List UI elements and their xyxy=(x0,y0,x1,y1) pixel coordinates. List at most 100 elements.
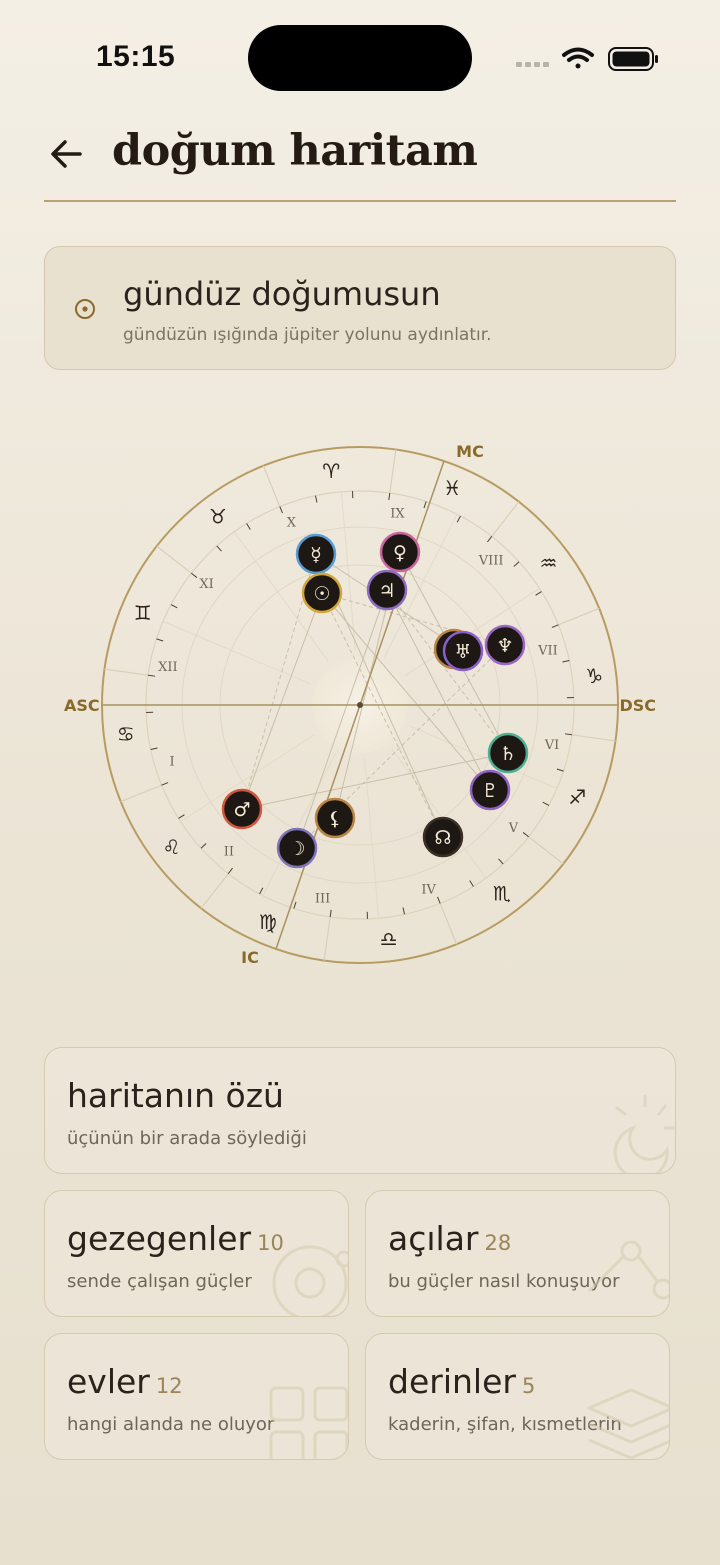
mc-label: MC xyxy=(456,442,484,461)
zodiac-sign: ♉︎ xyxy=(209,505,227,529)
planet-node[interactable]: ☊︎ xyxy=(422,816,464,858)
depths-count: 5 xyxy=(521,1374,536,1398)
houses-count: 12 xyxy=(155,1374,183,1398)
degree-tick xyxy=(191,572,198,578)
sign-divider xyxy=(491,501,520,537)
house-number: VI xyxy=(544,738,560,753)
sun-icon xyxy=(75,299,95,319)
sign-divider xyxy=(104,668,149,676)
degree-tick xyxy=(246,523,251,530)
degree-tick xyxy=(388,493,391,501)
degree-tick xyxy=(156,638,164,642)
house-number: IX xyxy=(390,507,405,522)
degree-tick xyxy=(200,843,207,849)
planet-jupiter-icon: ♃︎ xyxy=(378,580,395,602)
natal-chart[interactable]: ASC DSC MC IC I II III IV V VI VII VIII IX X XI XII ♋︎ ♌︎… xyxy=(60,430,660,980)
degree-tick xyxy=(170,604,178,609)
planet-jupiter[interactable]: ♃︎ xyxy=(366,569,408,611)
planet-mars-icon: ♂︎ xyxy=(233,799,250,821)
chart-center-dot xyxy=(357,702,363,708)
day-birth-card: gündüz doğumusun gündüzün ışığında jüpit… xyxy=(44,246,676,370)
degree-tick xyxy=(542,801,550,806)
status-bar: 15:15 xyxy=(0,0,720,110)
planet-node-icon: ☊︎ xyxy=(435,827,452,849)
house-number: V xyxy=(508,821,519,836)
degree-tick xyxy=(293,901,297,909)
degree-tick xyxy=(456,515,461,523)
planet-mars[interactable]: ♂︎ xyxy=(221,788,263,830)
aspect-line xyxy=(241,592,323,810)
aspect-line xyxy=(241,752,509,810)
depths-card-title: derinler 5 xyxy=(388,1362,535,1401)
sign-divider xyxy=(439,903,458,945)
status-time: 15:15 xyxy=(96,40,176,73)
degree-tick xyxy=(556,768,564,772)
degree-tick xyxy=(437,896,441,904)
degree-tick xyxy=(522,832,529,838)
planet-neptune[interactable]: ♆︎ xyxy=(484,624,526,666)
natal-chart-wheel[interactable]: ASC DSCMCICIIIIIIIVVVIVIIVIIIIXXXIXII♋︎♌︎… xyxy=(60,430,660,980)
zodiac-sign: ♓︎ xyxy=(443,476,461,500)
houses-card-subtitle: hangi alanda ne oluyor xyxy=(67,1414,275,1435)
zodiac-sign: ♒︎ xyxy=(540,551,558,575)
planets-card[interactable]: gezegenler 10 sende çalışan güçler xyxy=(44,1190,349,1317)
degree-tick xyxy=(498,858,504,865)
sign-divider xyxy=(323,916,331,961)
planet-venus[interactable]: ♀︎ xyxy=(379,531,421,573)
house-number: VIII xyxy=(478,553,504,568)
degree-tick xyxy=(513,561,520,567)
planet-moon[interactable]: ☽︎ xyxy=(276,827,318,869)
planet-uranus[interactable]: ♅︎ xyxy=(442,630,484,672)
planet-venus-icon: ♀︎ xyxy=(393,542,407,564)
planet-sun[interactable]: ☉︎ xyxy=(301,572,343,614)
planet-saturn[interactable]: ♄︎ xyxy=(487,732,529,774)
planets-card-title: gezegenler 10 xyxy=(67,1219,284,1258)
planets-card-subtitle: sende çalışan güçler xyxy=(67,1271,252,1292)
planet-mercury-icon: ☿︎ xyxy=(310,544,322,566)
orbit-deco-icon xyxy=(272,1245,348,1316)
back-arrow-icon[interactable] xyxy=(46,134,86,174)
degree-tick xyxy=(315,495,318,503)
degree-tick xyxy=(161,782,169,786)
zodiac-sign: ♍︎ xyxy=(259,910,277,934)
zodiac-sign: ♑︎ xyxy=(585,664,603,688)
degree-tick xyxy=(178,814,185,819)
degree-tick xyxy=(564,733,572,736)
dynamic-island xyxy=(248,25,472,91)
degree-tick xyxy=(148,674,156,677)
planet-uranus-icon: ♅︎ xyxy=(454,641,471,663)
degree-tick xyxy=(551,624,559,628)
zodiac-sign: ♎︎ xyxy=(380,927,398,951)
depths-card[interactable]: derinler 5 kaderin, şifan, kısmetlerin xyxy=(365,1333,670,1460)
planet-lilith[interactable]: ⚸︎ xyxy=(314,797,356,839)
sign-divider xyxy=(262,465,281,507)
zodiac-sign: ♋︎ xyxy=(117,722,135,746)
house-number: I xyxy=(170,755,175,770)
degree-tick xyxy=(469,880,474,887)
degree-tick xyxy=(329,909,332,917)
planets-title-text: gezegenler xyxy=(67,1219,252,1258)
degree-tick xyxy=(279,506,283,514)
planet-pluto[interactable]: ♇︎ xyxy=(469,769,511,811)
degree-tick xyxy=(150,747,158,750)
houses-card-title: evler 12 xyxy=(67,1362,183,1401)
aspects-title-text: açılar xyxy=(388,1219,479,1258)
sign-divider xyxy=(389,449,397,494)
day-birth-subtitle: gündüzün ışığında jüpiter yolunu aydınla… xyxy=(123,325,492,345)
houses-card[interactable]: evler 12 hangi alanda ne oluyor xyxy=(44,1333,349,1460)
chart-essence-card[interactable]: haritanın özü üçünün bir arada söylediği xyxy=(44,1047,676,1174)
degree-tick xyxy=(487,536,493,543)
zodiac-sign: ♈︎ xyxy=(322,459,340,483)
ic-label: IC xyxy=(241,948,259,967)
battery-icon xyxy=(608,47,658,71)
nodes-deco-icon xyxy=(587,1240,669,1300)
zodiac-sign: ♊︎ xyxy=(134,601,152,625)
cellular-signal-icon xyxy=(516,62,549,67)
house-number: XI xyxy=(199,577,213,592)
sign-divider xyxy=(156,545,192,574)
planet-mercury[interactable]: ☿︎ xyxy=(295,533,337,575)
planet-lilith-icon: ⚸︎ xyxy=(328,808,342,830)
planet-saturn-icon: ♄︎ xyxy=(499,743,516,765)
aspects-card[interactable]: açılar 28 bu güçler nasıl konuşuyor xyxy=(365,1190,670,1317)
planet-neptune-icon: ♆︎ xyxy=(496,635,513,657)
